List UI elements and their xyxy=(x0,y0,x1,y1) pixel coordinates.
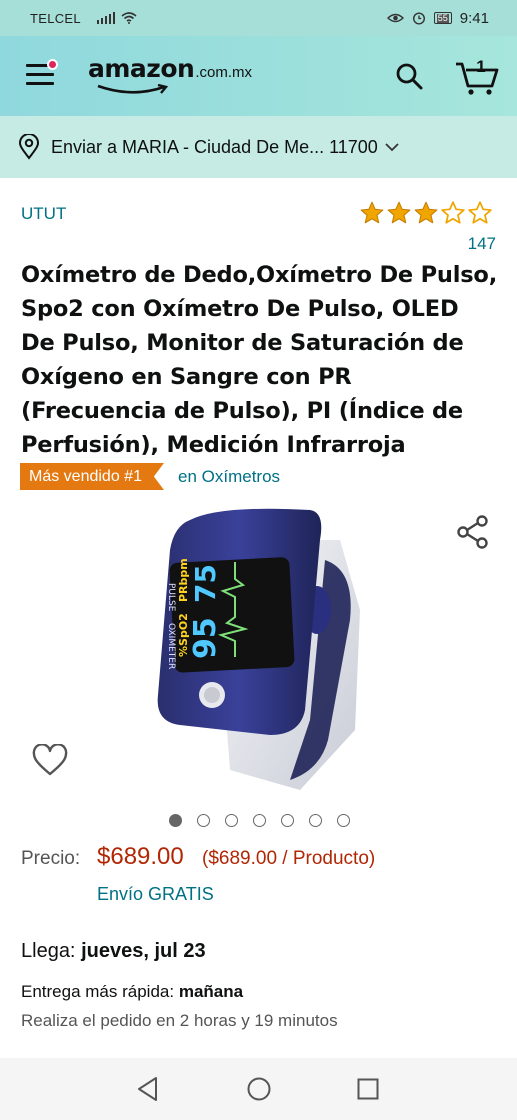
star-empty-icon xyxy=(441,201,465,224)
recent-apps-icon[interactable] xyxy=(357,1078,379,1100)
home-icon[interactable] xyxy=(246,1076,272,1102)
delivery-address: Enviar a MARIA - Ciudad De Me... 11700 xyxy=(51,136,378,157)
best-seller-badge[interactable]: Más vendido #1 xyxy=(20,463,164,490)
arrival-info: Llega: jueves, jul 23 xyxy=(21,940,206,963)
fastest-delivery-info: Entrega más rápida: mañana xyxy=(21,982,243,1002)
price: $689.00 xyxy=(97,843,184,870)
price-label: Precio: xyxy=(21,848,81,869)
carousel-dot[interactable] xyxy=(197,814,210,827)
delivery-location-bar[interactable]: Enviar a MARIA - Ciudad De Me... 11700 xyxy=(0,116,517,178)
smile-arrow-icon xyxy=(97,84,169,94)
chevron-down-icon xyxy=(385,143,399,152)
star-filled-icon xyxy=(387,201,411,224)
image-carousel-dots xyxy=(169,814,350,827)
order-cutoff-text: Realiza el pedido en 2 horas y 19 minuto… xyxy=(21,1011,338,1030)
amazon-logo[interactable]: amazon.com.mx xyxy=(88,54,252,102)
status-bar: TELCEL 55 9:41 xyxy=(0,0,517,36)
signal-icon xyxy=(96,12,115,24)
spo2-value: 95 xyxy=(188,617,223,659)
carousel-dot[interactable] xyxy=(281,814,294,827)
star-filled-icon xyxy=(360,201,384,224)
carousel-dot[interactable] xyxy=(337,814,350,827)
carousel-dot[interactable] xyxy=(309,814,322,827)
heart-icon[interactable] xyxy=(32,744,68,778)
clock-time: 9:41 xyxy=(459,9,489,27)
eye-comfort-icon xyxy=(386,13,404,23)
alarm-icon xyxy=(412,12,425,25)
battery-icon: 55 xyxy=(433,12,452,24)
carousel-dot[interactable] xyxy=(253,814,266,827)
unit-price: ($689.00 / Producto) xyxy=(202,848,376,869)
arrival-date: jueves, jul 23 xyxy=(81,940,206,962)
arrival-label: Llega: xyxy=(21,940,76,962)
product-image[interactable]: %SpO2 95 PRbpm 75 PULSE OXIMETER xyxy=(150,500,370,800)
battery-level: 55 xyxy=(436,12,449,23)
wifi-icon xyxy=(121,12,137,24)
carrier-name: TELCEL xyxy=(30,10,81,26)
free-shipping-link[interactable]: Envío GRATIS xyxy=(97,884,214,905)
pr-value: 75 xyxy=(189,564,222,603)
best-seller-category-link[interactable]: en Oxímetros xyxy=(178,467,280,487)
review-count-link[interactable]: 147 xyxy=(468,234,496,254)
search-icon[interactable] xyxy=(394,61,424,91)
cart-count: 1 xyxy=(476,57,486,76)
star-rating[interactable] xyxy=(359,200,493,226)
brand-link[interactable]: UTUT xyxy=(21,204,66,224)
system-nav-bar xyxy=(0,1058,517,1120)
location-pin-icon xyxy=(18,134,40,160)
fastest-label: Entrega más rápida: xyxy=(21,982,175,1001)
app-header: amazon.com.mx 1 xyxy=(0,36,517,116)
device-label-pulse: PULSE xyxy=(166,583,176,612)
notification-dot xyxy=(47,59,58,70)
back-icon[interactable] xyxy=(136,1076,160,1102)
star-empty-icon xyxy=(468,201,492,224)
fastest-date: mañana xyxy=(178,982,244,1001)
carousel-dot[interactable] xyxy=(225,814,238,827)
logo-domain: .com.mx xyxy=(195,64,252,81)
share-icon[interactable] xyxy=(456,514,490,550)
product-title: Oxímetro de Dedo,Oxímetro De Pulso, Spo2… xyxy=(21,262,498,458)
star-filled-icon xyxy=(414,201,438,224)
device-label-oximeter: OXIMETER xyxy=(166,623,176,669)
carousel-dot[interactable] xyxy=(169,814,182,827)
logo-wordmark: amazon xyxy=(88,54,195,83)
